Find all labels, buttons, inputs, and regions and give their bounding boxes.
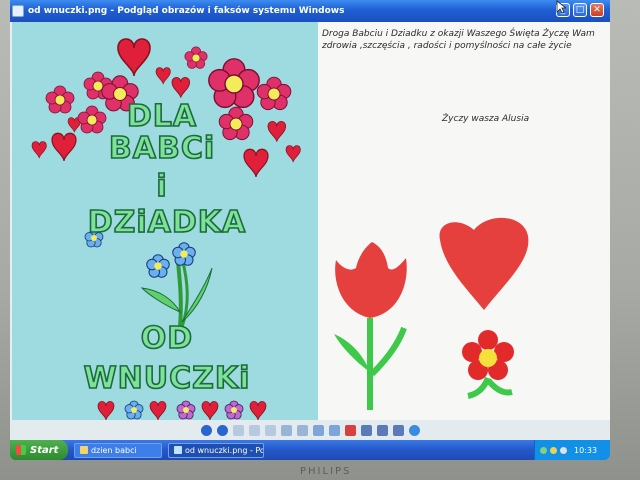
taskbar-item-label: od wnuczki.png - Podg... [185, 445, 263, 455]
taskbar-item-dzien-babci[interactable]: dzien babci [74, 442, 162, 458]
mouse-cursor-icon [556, 0, 566, 14]
slideshow-icon[interactable] [264, 424, 276, 436]
card-text-od: OD [140, 321, 194, 356]
taskbar: Start dzien babci od wnuczki.png - Podg.… [10, 440, 610, 460]
image-viewer-icon [12, 5, 24, 17]
card-text-i: i [156, 169, 168, 204]
maximize-button[interactable]: □ [573, 3, 587, 17]
start-button[interactable]: Start [10, 440, 68, 460]
best-fit-icon[interactable] [232, 424, 244, 436]
actual-size-icon[interactable] [248, 424, 260, 436]
card-right-image: Droga Babciu i Dziadku z okazji Waszego … [318, 22, 610, 420]
taskbar-item-od-wnuczki[interactable]: od wnuczki.png - Podg... [168, 442, 264, 458]
window-titlebar[interactable]: od wnuczki.png - Podgląd obrazów i faksó… [10, 0, 610, 22]
crayon-drawings [334, 217, 529, 410]
card-text-babci: BABCi [108, 131, 216, 166]
network-icon[interactable] [540, 446, 547, 454]
windows-logo-icon [16, 445, 26, 455]
card-text-wnuczki: WNUCZKi [83, 361, 251, 396]
previous-image-icon[interactable] [200, 424, 212, 436]
folder-icon [80, 446, 88, 454]
help-icon[interactable] [408, 424, 420, 436]
edit-icon[interactable] [392, 424, 404, 436]
zoom-out-icon[interactable] [296, 424, 308, 436]
volume-icon[interactable] [560, 446, 567, 454]
image-view-area: DLA BABCi i DZiADKA OD WNUCZKi Droga Bab… [10, 22, 610, 420]
close-icon: ✕ [593, 5, 601, 15]
card-left-image: DLA BABCi i DZiADKA OD WNUCZKi [12, 22, 318, 420]
copy-to-icon[interactable] [376, 424, 388, 436]
security-icon[interactable] [550, 446, 557, 454]
rotate-counterclockwise-icon[interactable] [328, 424, 340, 436]
maximize-icon: □ [575, 5, 585, 15]
card-text-dziadka: DZiADKA [87, 205, 247, 240]
delete-icon[interactable] [344, 424, 356, 436]
screen: od wnuczki.png - Podgląd obrazów i faksó… [10, 0, 610, 460]
image-file-icon [174, 446, 182, 454]
taskbar-item-label: dzien babci [91, 445, 137, 455]
monitor-brand-logo: PHILIPS [300, 466, 352, 477]
rotate-clockwise-icon[interactable] [312, 424, 324, 436]
system-tray: 10:33 [534, 440, 610, 460]
window-title: od wnuczki.png - Podgląd obrazów i faksó… [28, 6, 345, 16]
close-button[interactable]: ✕ [590, 3, 604, 17]
card-text-dla: DLA [126, 99, 198, 134]
viewer-toolbar [10, 420, 610, 440]
next-image-icon[interactable] [216, 424, 228, 436]
zoom-in-icon[interactable] [280, 424, 292, 436]
start-label: Start [30, 444, 59, 456]
print-icon[interactable] [360, 424, 372, 436]
clock[interactable]: 10:33 [574, 446, 597, 455]
monitor-frame: od wnuczki.png - Podgląd obrazów i faksó… [0, 0, 640, 480]
